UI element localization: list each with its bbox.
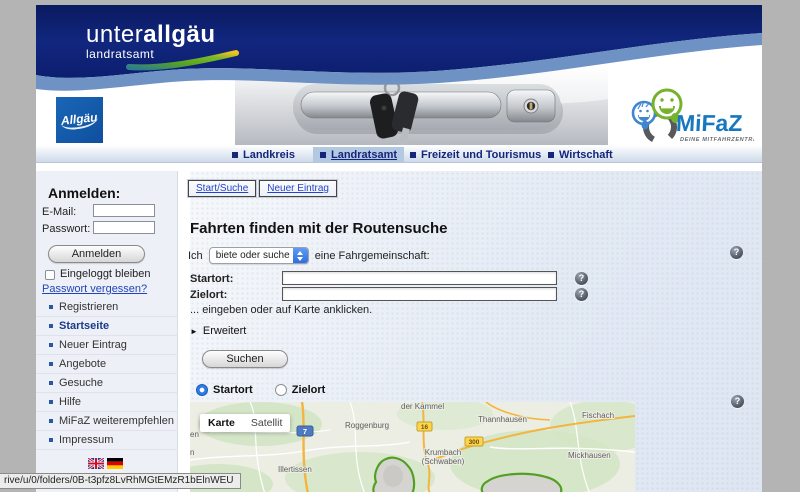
- map-hint-text: ... eingeben oder auf Karte anklicken.: [190, 304, 372, 316]
- help-icon[interactable]: ?: [730, 246, 743, 259]
- nav-bullet-icon: [320, 152, 326, 158]
- map-label: Krumbach: [425, 448, 461, 457]
- mifaz-logo: MiFaZ DEINE MITFAHRZENTRALE: [628, 85, 754, 148]
- nav-item-wirtschaft[interactable]: Wirtschaft: [548, 147, 613, 162]
- startort-radio-label: Startort: [213, 384, 253, 396]
- logo-part2: allgäu: [143, 21, 215, 48]
- map-type-control: Karte Satellit: [200, 414, 290, 432]
- password-label: Passwort:: [42, 223, 90, 235]
- bullet-icon: [49, 343, 53, 347]
- sidebar-menu: Registrieren Startseite Neuer Eintrag An…: [36, 298, 178, 450]
- tab-start-suche[interactable]: Start/Suche: [188, 180, 256, 197]
- sidebar-item-mifaz-weiterempfehlen[interactable]: MiFaZ weiterempfehlen: [36, 412, 178, 431]
- bullet-icon: [49, 438, 53, 442]
- select-stepper-icon: [293, 248, 308, 263]
- sidebar-item-neuer-eintrag[interactable]: Neuer Eintrag: [36, 336, 178, 355]
- bullet-icon: [49, 324, 53, 328]
- bullet-icon: [49, 362, 53, 366]
- advanced-toggle[interactable]: ► Erweitert: [190, 325, 246, 337]
- map-label: en: [190, 430, 199, 439]
- language-switcher: [88, 457, 123, 468]
- map-label: Fischach: [582, 411, 614, 420]
- map-label: der Kammel: [401, 402, 444, 411]
- logo-swoosh: [124, 47, 242, 71]
- tab-neuer-eintrag[interactable]: Neuer Eintrag: [259, 180, 337, 197]
- search-button[interactable]: Suchen: [202, 350, 288, 368]
- mifaz-tagline: DEINE MITFAHRZENTRALE: [680, 137, 754, 143]
- route-shield-7: 7: [303, 427, 307, 436]
- nav-bullet-icon: [548, 152, 554, 158]
- forgot-password-link[interactable]: Passwort vergessen?: [42, 283, 147, 295]
- mifaz-wordmark: MiFaZ: [675, 110, 743, 136]
- help-icon[interactable]: ?: [575, 288, 588, 301]
- startort-label: Startort:: [190, 273, 233, 285]
- status-bar-url: rive/u/0/folders/0B-t3pfz8LvRhMGtEMzR1bE…: [0, 473, 241, 489]
- email-label: E-Mail:: [42, 206, 76, 218]
- map-type-satellit-button[interactable]: Satellit: [243, 414, 291, 432]
- zielort-label: Zielort:: [190, 289, 227, 301]
- nav-bullet-icon: [232, 152, 238, 158]
- map-label: n: [190, 448, 194, 457]
- bullet-icon: [49, 419, 53, 423]
- map-label: Mickhausen: [568, 451, 611, 460]
- stay-logged-in-checkbox[interactable]: [45, 270, 55, 280]
- map-mode-radios: Startort Zielort: [196, 384, 325, 396]
- login-title: Anmelden:: [48, 185, 120, 201]
- startort-radio[interactable]: [196, 384, 208, 396]
- sidebar-item-registrieren[interactable]: Registrieren: [36, 298, 178, 317]
- mode-suffix: eine Fahrgemeinschaft:: [315, 250, 430, 262]
- mode-prefix: Ich: [188, 250, 203, 262]
- email-field[interactable]: [93, 204, 155, 217]
- content-tabs: Start/Suche Neuer Eintrag: [188, 180, 337, 197]
- bullet-icon: [49, 305, 53, 309]
- sidebar-item-hilfe[interactable]: Hilfe: [36, 393, 178, 412]
- bullet-icon: [49, 381, 53, 385]
- password-field[interactable]: [93, 221, 155, 234]
- car-keys-photo: [235, 68, 608, 145]
- bullet-icon: [49, 400, 53, 404]
- map-label: Roggenburg: [345, 421, 389, 430]
- route-map[interactable]: 7 16 300 der Kammel Roggenburg Thannhaus…: [190, 402, 635, 492]
- sidebar-item-impressum[interactable]: Impressum: [36, 431, 178, 450]
- stay-logged-in-label: Eingeloggt bleiben: [60, 268, 151, 280]
- sidebar-item-angebote[interactable]: Angebote: [36, 355, 178, 374]
- login-button[interactable]: Anmelden: [48, 245, 145, 263]
- page: unterallgäu landratsamt Allgäu MiFaZ DEI…: [36, 5, 762, 492]
- header-separator: [36, 164, 762, 171]
- map-type-karte-button[interactable]: Karte: [200, 414, 243, 432]
- sidebar-item-gesuche[interactable]: Gesuche: [36, 374, 178, 393]
- main-navigation: Landkreis Landratsamt Freizeit und Touri…: [36, 145, 762, 163]
- map-label: Thannhausen: [478, 415, 527, 424]
- help-icon[interactable]: ?: [731, 395, 744, 408]
- page-title: Fahrten finden mit der Routensuche: [190, 220, 448, 237]
- zielort-radio[interactable]: [275, 384, 287, 396]
- mode-select-value: biete oder suche: [216, 250, 290, 261]
- flag-english-icon[interactable]: [88, 457, 104, 468]
- allgau-region-badge[interactable]: Allgäu: [56, 97, 103, 143]
- sidebar-item-startseite[interactable]: Startseite: [36, 317, 178, 336]
- nav-item-landkreis[interactable]: Landkreis: [232, 147, 295, 162]
- route-shield-16: 16: [421, 424, 429, 431]
- allgau-badge-label: Allgäu: [60, 110, 98, 131]
- help-icon[interactable]: ?: [575, 272, 588, 285]
- logo-part1: unter: [86, 21, 143, 48]
- startort-input[interactable]: [282, 271, 557, 285]
- zielort-radio-label: Zielort: [292, 384, 326, 396]
- zielort-input[interactable]: [282, 287, 557, 301]
- sidebar-divider: [179, 171, 190, 492]
- nav-item-freizeit-tourismus[interactable]: Freizeit und Tourismus: [410, 147, 541, 162]
- mode-select[interactable]: biete oder suche: [209, 247, 309, 264]
- nav-bullet-icon: [410, 152, 416, 158]
- map-label: (Schwaben): [422, 457, 465, 466]
- route-shield-300: 300: [469, 439, 480, 446]
- flag-german-icon[interactable]: [107, 457, 123, 468]
- expand-arrow-icon: ►: [190, 327, 198, 336]
- nav-item-landratsamt[interactable]: Landratsamt: [313, 147, 404, 162]
- map-label: Illertissen: [278, 465, 312, 474]
- mode-row: Ich biete oder suche eine Fahrgemeinscha…: [188, 247, 430, 264]
